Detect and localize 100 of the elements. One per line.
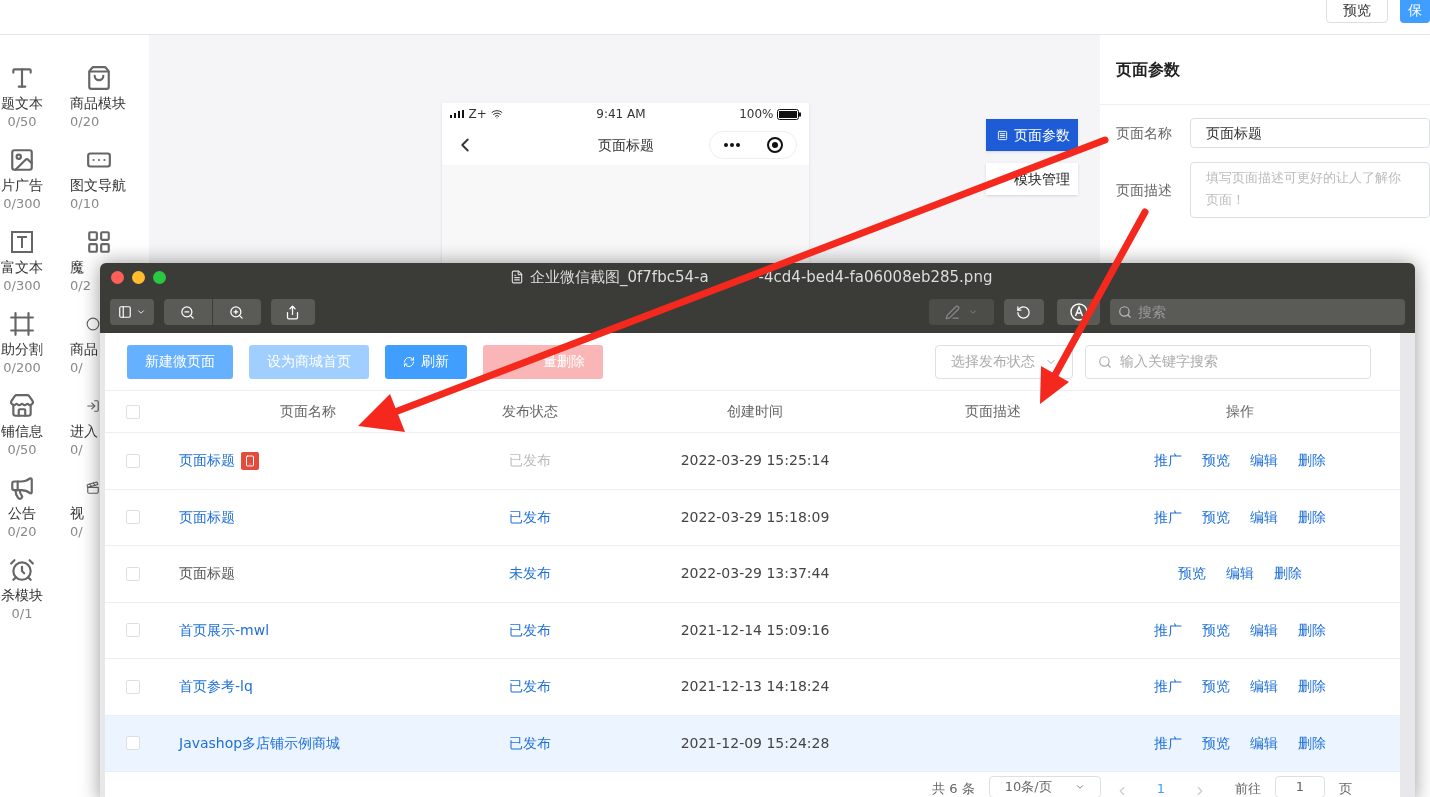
page-size-select[interactable]: 10条/页 xyxy=(988,776,1101,797)
page-name-link[interactable]: Javashop多店铺示例商城 xyxy=(179,732,341,754)
publish-status: 已发布 xyxy=(508,733,552,753)
chevron-down-icon xyxy=(1074,782,1085,792)
action-link[interactable]: 推广 xyxy=(1154,506,1182,528)
page-name-link[interactable]: 首页展示-mwl xyxy=(179,619,270,641)
select-all-checkbox[interactable] xyxy=(125,404,140,419)
minimize-button[interactable] xyxy=(132,270,145,284)
page-name-link[interactable]: 页面标题 xyxy=(179,506,235,528)
component-count: 0/ xyxy=(70,441,83,459)
column-header: 页面名称 xyxy=(278,402,337,421)
image-icon xyxy=(9,147,35,173)
component-count: 0/50 xyxy=(7,441,37,459)
refresh-button[interactable]: 刷新 xyxy=(385,344,467,379)
component-label[interactable]: 助分割 xyxy=(1,339,43,359)
created-time: 2021-12-09 15:24:28 xyxy=(679,733,831,753)
component-label[interactable]: 魔 xyxy=(70,257,84,277)
zoom-in-button[interactable] xyxy=(212,299,261,325)
window-title: 企业微信截图_0f7fbc54-a xyxy=(530,266,709,288)
zoom-button[interactable] xyxy=(153,270,166,284)
goto-label: 前往 xyxy=(1235,779,1261,797)
action-link[interactable]: 删除 xyxy=(1274,563,1302,585)
component-label[interactable]: 片广告 xyxy=(1,175,43,195)
action-link[interactable]: 推广 xyxy=(1154,450,1182,472)
row-checkbox[interactable] xyxy=(125,510,140,525)
action-link[interactable]: 编辑 xyxy=(1226,563,1254,585)
action-link[interactable]: 删除 xyxy=(1298,450,1326,472)
column-header: 操作 xyxy=(1225,402,1255,421)
action-link[interactable]: 预览 xyxy=(1178,563,1206,585)
publish-status: 未发布 xyxy=(508,564,552,584)
action-link[interactable]: 编辑 xyxy=(1250,676,1278,698)
goto-page-field[interactable]: 1 xyxy=(1275,776,1325,797)
action-link[interactable]: 删除 xyxy=(1298,676,1326,698)
page-icon xyxy=(997,129,1009,141)
search-icon xyxy=(1098,354,1112,369)
action-link[interactable]: 编辑 xyxy=(1250,450,1278,472)
table-row[interactable]: Javashop多店铺示例商城 已发布 2021-12-09 15:24:28 推广 预览 编辑 删除 xyxy=(105,715,1400,772)
chevron-down-icon xyxy=(135,307,146,317)
component-count: 0/2 xyxy=(70,277,91,295)
refresh-icon xyxy=(403,355,415,368)
component-label[interactable]: 商品模块 xyxy=(70,93,126,113)
clock-time: 9:41 AM xyxy=(596,106,646,123)
created-time: 2022-03-29 13:37:44 xyxy=(679,564,831,584)
close-target-icon xyxy=(766,137,783,153)
action-link[interactable]: 编辑 xyxy=(1250,619,1278,641)
component-label[interactable]: 商品 xyxy=(70,339,98,359)
action-link[interactable]: 编辑 xyxy=(1250,732,1278,754)
created-time: 2021-12-13 14:18:24 xyxy=(679,677,831,697)
component-label[interactable]: 进入 xyxy=(70,421,98,441)
text-box-icon xyxy=(9,229,35,255)
component-label[interactable]: 题文本 xyxy=(1,93,43,113)
action-link[interactable]: 删除 xyxy=(1298,506,1326,528)
action-link[interactable]: 预览 xyxy=(1202,619,1230,641)
component-count: 0/300 xyxy=(3,195,41,213)
sidebar-button[interactable] xyxy=(110,299,154,325)
pen-icon xyxy=(945,304,961,320)
row-checkbox[interactable] xyxy=(125,623,140,638)
row-checkbox[interactable] xyxy=(125,453,140,468)
action-link[interactable]: 预览 xyxy=(1202,506,1230,528)
battery-icon xyxy=(777,108,802,120)
zoom-in-icon xyxy=(229,304,244,320)
action-link[interactable]: 推广 xyxy=(1154,676,1182,698)
row-checkbox[interactable] xyxy=(125,679,140,694)
markup-pen-button[interactable] xyxy=(929,299,995,325)
component-label[interactable]: 图文导航 xyxy=(70,175,126,195)
action-link[interactable]: 预览 xyxy=(1202,450,1230,472)
row-checkbox[interactable] xyxy=(125,736,140,751)
publish-status: 已发布 xyxy=(508,620,552,640)
action-link[interactable]: 预览 xyxy=(1202,732,1230,754)
panel-tab[interactable]: 页面参数 xyxy=(986,119,1079,151)
zoom-out-button[interactable] xyxy=(163,299,212,325)
component-label[interactable]: 富文本 xyxy=(1,257,43,277)
rotate-button[interactable] xyxy=(1004,299,1044,325)
row-checkbox[interactable] xyxy=(125,566,140,581)
component-label[interactable]: 视 xyxy=(70,503,84,523)
action-link[interactable]: 推广 xyxy=(1154,732,1182,754)
page-name-link[interactable]: 首页参考-lq xyxy=(179,676,253,698)
preview-button[interactable]: 预览 xyxy=(1326,0,1388,23)
share-button[interactable] xyxy=(270,299,315,325)
close-button[interactable] xyxy=(111,270,124,284)
component-count: 0/10 xyxy=(70,195,100,213)
action-link[interactable]: 预览 xyxy=(1202,676,1230,698)
component-label[interactable]: 铺信息 xyxy=(1,421,43,441)
save-button[interactable]: 保 xyxy=(1400,0,1430,23)
action-link[interactable]: 推广 xyxy=(1154,619,1182,641)
action-link[interactable]: 删除 xyxy=(1298,732,1326,754)
input-field[interactable]: 页面标题 xyxy=(1190,118,1430,148)
current-page[interactable]: 1 xyxy=(1142,778,1179,797)
signal-icon xyxy=(450,110,465,118)
component-label[interactable]: 公告 xyxy=(8,503,36,523)
store-icon xyxy=(9,393,35,419)
field-label: 页面描述 xyxy=(1116,180,1172,200)
more-icon xyxy=(723,143,740,147)
created-time: 2022-03-29 15:25:14 xyxy=(679,451,831,471)
action-link[interactable]: 删除 xyxy=(1298,619,1326,641)
component-label[interactable]: 杀模块 xyxy=(1,585,43,605)
page-suffix: 页 xyxy=(1339,779,1352,797)
action-link[interactable]: 编辑 xyxy=(1250,506,1278,528)
page-name-link[interactable]: 页面标题 xyxy=(179,450,235,472)
window-title: -4cd4-bed4-fa06008eb285.png xyxy=(758,266,993,288)
